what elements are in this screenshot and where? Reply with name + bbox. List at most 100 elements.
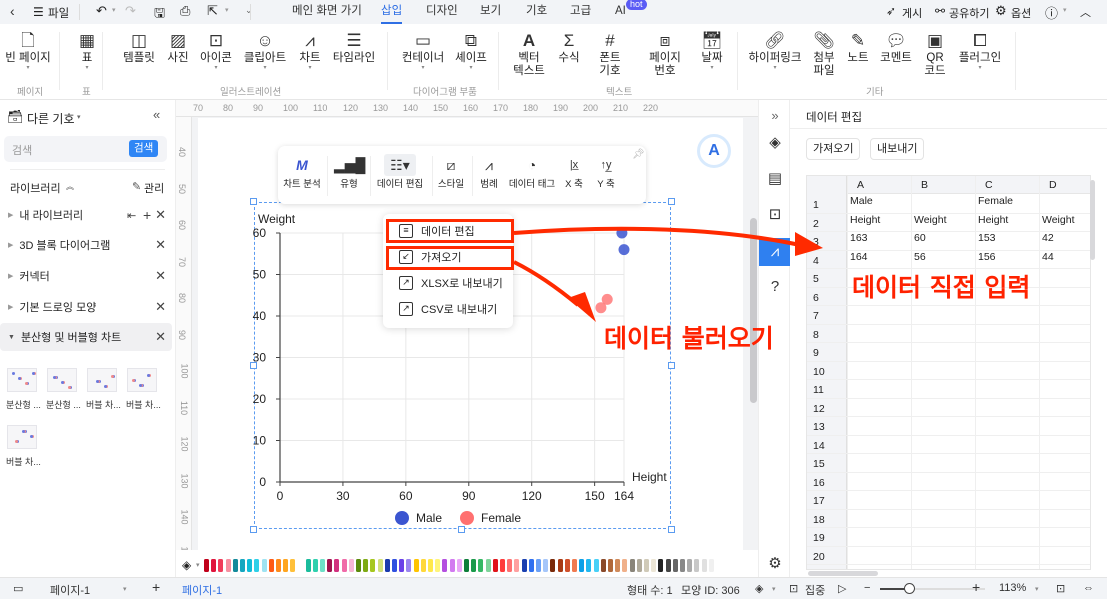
chevron-down-icon[interactable]: ▾ bbox=[123, 585, 127, 593]
color-swatch[interactable] bbox=[290, 559, 296, 572]
color-swatch[interactable] bbox=[521, 559, 527, 572]
color-swatch[interactable] bbox=[665, 559, 671, 572]
color-swatch[interactable] bbox=[406, 559, 412, 572]
color-swatch[interactable] bbox=[629, 559, 635, 572]
arrow-head bbox=[795, 232, 823, 256]
app-window: ‹ ☰ 파일 ↶ ▾ ↷ 🖫 ⎙ ⇱ ▾ ⌄ 메인 화면 가기 삽입 디자인 보… bbox=[0, 0, 1107, 599]
color-swatch[interactable] bbox=[399, 559, 405, 572]
fill-color-icon[interactable]: ◈ bbox=[182, 558, 191, 572]
color-swatch[interactable] bbox=[615, 559, 621, 572]
layers-icon[interactable]: ◈ bbox=[755, 582, 763, 595]
arrow-head bbox=[568, 292, 596, 322]
zoom-level[interactable]: 113% bbox=[999, 582, 1026, 594]
color-swatch[interactable] bbox=[312, 559, 318, 572]
color-swatch[interactable] bbox=[536, 559, 541, 572]
zoom-out-icon[interactable]: − bbox=[864, 582, 870, 594]
color-swatch[interactable] bbox=[261, 559, 267, 572]
color-swatch[interactable] bbox=[658, 559, 664, 572]
color-swatch[interactable] bbox=[240, 559, 245, 572]
focus-icon[interactable]: ⊡ bbox=[789, 582, 798, 595]
color-swatch[interactable] bbox=[211, 559, 217, 572]
color-swatch[interactable] bbox=[586, 559, 592, 572]
color-swatch[interactable] bbox=[232, 559, 238, 572]
color-swatch[interactable] bbox=[550, 559, 556, 572]
color-swatch[interactable] bbox=[435, 559, 441, 572]
color-swatch[interactable] bbox=[708, 559, 714, 572]
color-swatch[interactable] bbox=[644, 559, 649, 572]
add-page-icon[interactable]: + bbox=[152, 579, 160, 595]
color-swatch[interactable] bbox=[485, 559, 491, 572]
color-swatch[interactable] bbox=[356, 559, 361, 572]
color-swatch[interactable] bbox=[413, 559, 419, 572]
zoom-slider[interactable] bbox=[880, 588, 985, 590]
color-swatch[interactable] bbox=[514, 559, 520, 572]
page-dropdown[interactable]: 페이지-1 bbox=[50, 582, 90, 598]
zoom-dropdown-icon[interactable]: ▾ bbox=[1035, 585, 1039, 593]
color-swatch[interactable] bbox=[204, 559, 209, 572]
shape-count: 형태 수: 1 bbox=[627, 585, 673, 597]
shape-id: 모양 ID: 306 bbox=[681, 585, 740, 597]
color-swatch[interactable] bbox=[225, 559, 231, 572]
color-swatch[interactable] bbox=[370, 559, 376, 572]
color-swatch[interactable] bbox=[507, 559, 513, 572]
color-swatch[interactable] bbox=[341, 559, 347, 572]
color-swatch[interactable] bbox=[694, 559, 700, 572]
color-swatch[interactable] bbox=[218, 559, 224, 572]
color-swatch[interactable] bbox=[593, 559, 599, 572]
play-icon[interactable]: ▷ bbox=[838, 582, 846, 595]
color-palette: ◈ ▾ bbox=[176, 550, 758, 577]
arrow-to-load-label bbox=[513, 260, 580, 307]
color-swatch[interactable] bbox=[672, 559, 678, 572]
color-swatch[interactable] bbox=[276, 559, 281, 572]
color-swatch[interactable] bbox=[428, 559, 433, 572]
color-swatch[interactable] bbox=[608, 559, 613, 572]
color-swatch[interactable] bbox=[442, 559, 448, 572]
color-swatch[interactable] bbox=[449, 559, 455, 572]
color-swatch[interactable] bbox=[622, 559, 628, 572]
color-swatch[interactable] bbox=[579, 559, 585, 572]
page-tab[interactable]: 페이지-1 bbox=[182, 582, 222, 598]
color-swatch[interactable] bbox=[636, 559, 642, 572]
color-swatch[interactable] bbox=[384, 559, 390, 572]
status-bar: ▭ 페이지-1 ▾ + 페이지-1 형태 수: 1 모양 ID: 306 ◈ ▾… bbox=[0, 577, 1107, 599]
color-swatch[interactable] bbox=[543, 559, 549, 572]
zoom-slider-handle[interactable] bbox=[904, 583, 915, 594]
color-swatch[interactable] bbox=[492, 559, 498, 572]
color-swatch[interactable] bbox=[572, 559, 577, 572]
color-swatch[interactable] bbox=[327, 559, 333, 572]
load-data-annotation: 데이터 불러오기 bbox=[604, 324, 774, 353]
color-swatch[interactable] bbox=[680, 559, 685, 572]
color-swatch[interactable] bbox=[334, 559, 340, 572]
zoom-in-icon[interactable]: + bbox=[972, 579, 980, 595]
arrow-to-grid bbox=[513, 226, 801, 247]
color-swatch[interactable] bbox=[528, 559, 534, 572]
color-swatch[interactable] bbox=[500, 559, 505, 572]
color-swatch[interactable] bbox=[651, 559, 657, 572]
color-swatch[interactable] bbox=[283, 559, 289, 572]
color-swatch[interactable] bbox=[701, 559, 707, 572]
color-swatch[interactable] bbox=[363, 559, 369, 572]
color-swatch[interactable] bbox=[557, 559, 563, 572]
fit-page-icon[interactable]: ⊡ bbox=[1056, 582, 1065, 595]
color-swatch[interactable] bbox=[348, 559, 354, 572]
color-swatch[interactable] bbox=[305, 559, 311, 572]
color-swatch[interactable] bbox=[564, 559, 570, 572]
color-swatch[interactable] bbox=[377, 559, 383, 572]
color-swatch[interactable] bbox=[471, 559, 477, 572]
color-swatch[interactable] bbox=[254, 559, 260, 572]
focus-button[interactable]: 집중 bbox=[805, 582, 825, 598]
color-swatch[interactable] bbox=[320, 559, 325, 572]
fill-dropdown-icon[interactable]: ▾ bbox=[196, 561, 200, 569]
color-swatch[interactable] bbox=[478, 559, 484, 572]
color-swatch[interactable] bbox=[600, 559, 606, 572]
color-swatch[interactable] bbox=[687, 559, 693, 572]
fit-width-icon[interactable]: ⇔ bbox=[1083, 582, 1094, 594]
color-swatch[interactable] bbox=[247, 559, 253, 572]
color-swatch[interactable] bbox=[420, 559, 426, 572]
color-swatch[interactable] bbox=[456, 559, 462, 572]
layers-dropdown-icon[interactable]: ▾ bbox=[772, 585, 776, 593]
color-swatch[interactable] bbox=[464, 559, 469, 572]
color-swatch[interactable] bbox=[392, 559, 397, 572]
page-view-icon[interactable]: ▭ bbox=[13, 582, 23, 595]
color-swatch[interactable] bbox=[268, 559, 274, 572]
